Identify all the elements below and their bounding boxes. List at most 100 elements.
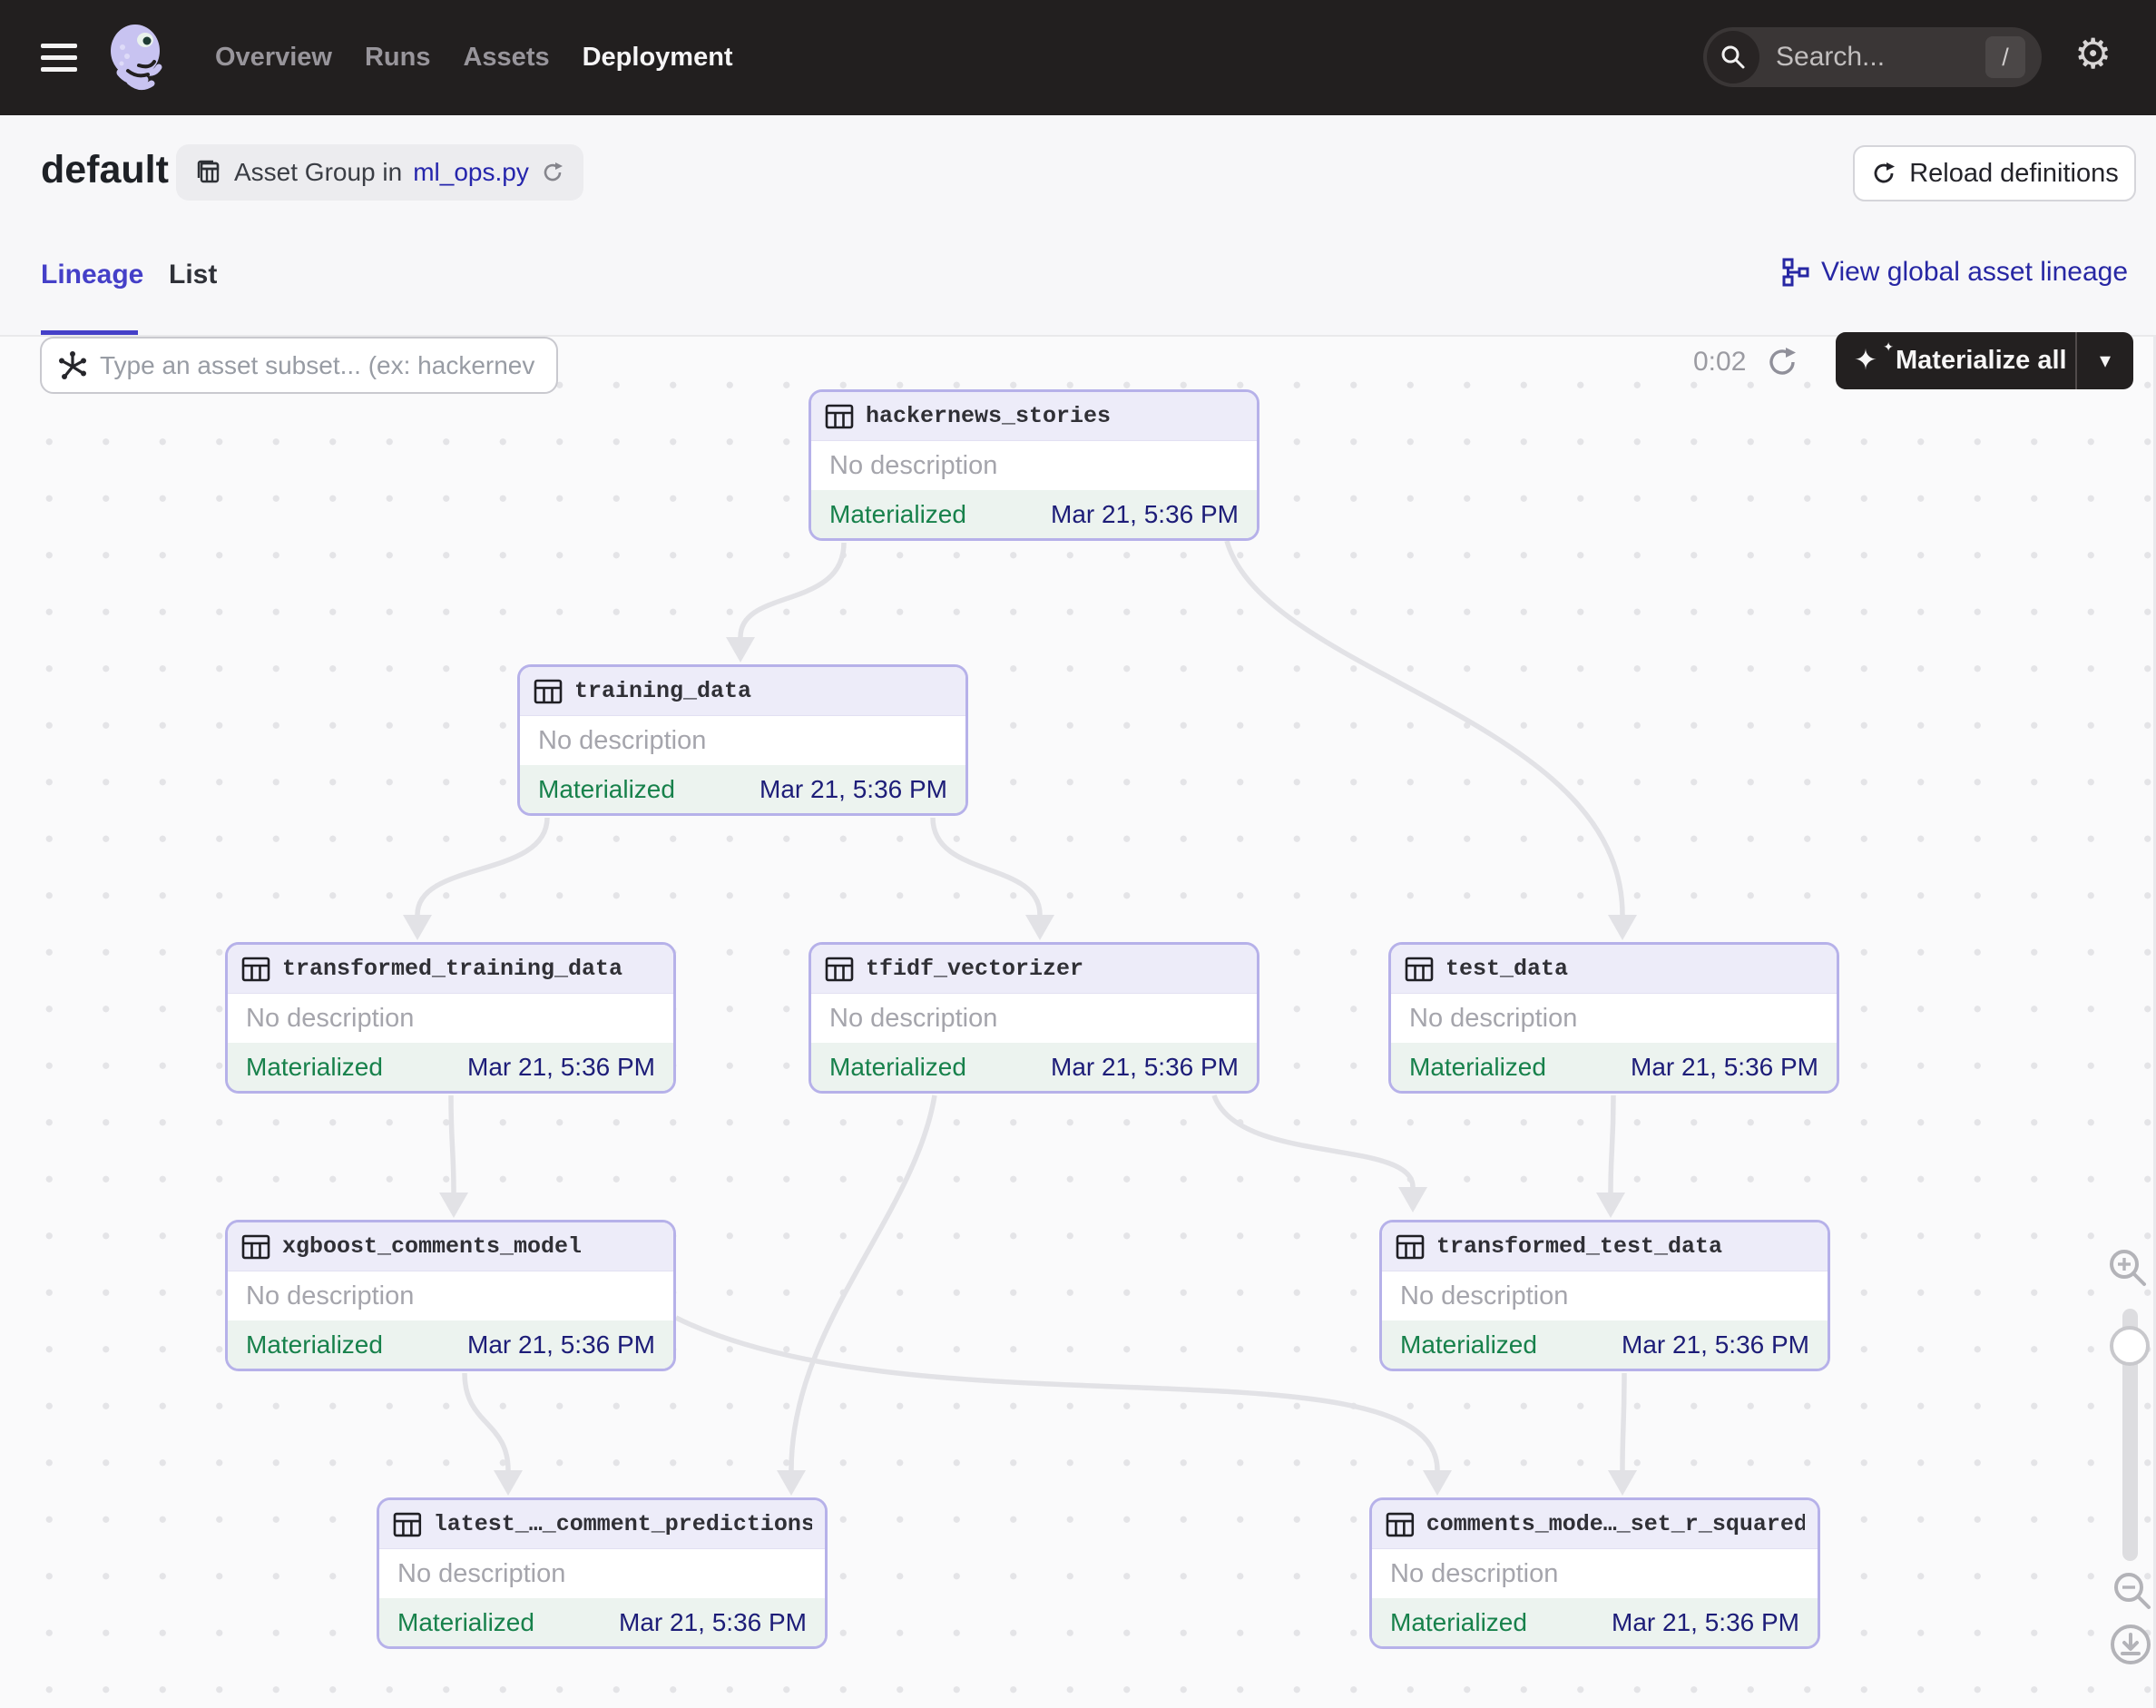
materialized-status: Materialized — [1390, 1607, 1527, 1636]
asset-node-header: comments_mode…_set_r_squared — [1372, 1500, 1818, 1549]
reload-icon — [1874, 162, 1896, 183]
table-icon — [241, 1234, 270, 1259]
asset-status-row: Materialized Mar 21, 5:36 PM — [1372, 1598, 1818, 1646]
asset-name: transformed_training_data — [282, 956, 623, 982]
table-icon — [1386, 1512, 1415, 1536]
asset-node-hn[interactable]: hackernews_stories No description Materi… — [808, 389, 1259, 541]
asset-node-header: transformed_test_data — [1382, 1222, 1828, 1271]
table-icon — [393, 1512, 422, 1536]
nav-item-overview[interactable]: Overview — [215, 43, 332, 73]
view-global-lineage-link[interactable]: View global asset lineage — [1781, 257, 2128, 288]
asset-node-header: xgboost_comments_model — [228, 1222, 673, 1271]
asset-name: transformed_test_data — [1436, 1233, 1723, 1260]
materialized-date[interactable]: Mar 21, 5:36 PM — [1051, 1053, 1239, 1082]
asset-node-header: tfidf_vectorizer — [811, 945, 1257, 994]
search-shortcut-key: / — [1985, 36, 2025, 78]
materialize-all-button[interactable]: ✦ ✦ Materialize all ▾ — [1836, 332, 2133, 389]
materialize-dropdown-caret[interactable]: ▾ — [2077, 348, 2133, 374]
asset-name: xgboost_comments_model — [282, 1233, 583, 1260]
asset-description: No description — [1391, 994, 1837, 1043]
sparkle-icon: ✦ ✦ — [1854, 340, 1894, 377]
materialized-date[interactable]: Mar 21, 5:36 PM — [467, 1330, 655, 1360]
asset-description: No description — [1382, 1271, 1828, 1320]
materialized-date[interactable]: Mar 21, 5:36 PM — [1631, 1053, 1818, 1082]
asset-description: No description — [228, 994, 673, 1043]
materialized-status: Materialized — [246, 1052, 383, 1081]
materialized-date[interactable]: Mar 21, 5:36 PM — [619, 1608, 807, 1637]
search-box[interactable]: Search... / — [1703, 27, 2042, 87]
asset-status-row: Materialized Mar 21, 5:36 PM — [811, 490, 1257, 538]
asset-description: No description — [811, 441, 1257, 490]
asset-name: training_data — [574, 678, 752, 704]
asset-name: comments_mode…_set_r_squared — [1426, 1511, 1805, 1537]
nav-item-runs[interactable]: Runs — [365, 43, 431, 73]
asset-status-row: Materialized Mar 21, 5:36 PM — [228, 1320, 673, 1369]
zoom-out-icon[interactable] — [2110, 1568, 2155, 1614]
search-placeholder: Search... — [1776, 42, 1886, 72]
asset-status-row: Materialized Mar 21, 5:36 PM — [520, 765, 965, 813]
asset-status-row: Materialized Mar 21, 5:36 PM — [1391, 1043, 1837, 1091]
nav-item-deployment[interactable]: Deployment — [583, 43, 733, 73]
graph-timer: 0:02 — [1693, 347, 1747, 377]
top-nav: Overview Runs Assets Deployment Search..… — [0, 0, 2156, 115]
materialized-date[interactable]: Mar 21, 5:36 PM — [1051, 500, 1239, 529]
materialized-status: Materialized — [397, 1607, 534, 1636]
asset-node-tf[interactable]: tfidf_vectorizer No description Material… — [808, 942, 1259, 1094]
materialized-date[interactable]: Mar 21, 5:36 PM — [1622, 1330, 1809, 1360]
asset-node-tr[interactable]: training_data No description Materialize… — [517, 664, 968, 816]
asset-node-header: test_data — [1391, 945, 1837, 994]
nav-items: Overview Runs Assets Deployment — [215, 43, 733, 73]
asset-selection-icon — [59, 350, 86, 379]
view-global-lineage-label: View global asset lineage — [1820, 257, 2128, 287]
materialized-date[interactable]: Mar 21, 5:36 PM — [467, 1053, 655, 1082]
asset-name: hackernews_stories — [866, 403, 1112, 429]
materialized-date[interactable]: Mar 21, 5:36 PM — [760, 775, 947, 804]
zoom-in-icon[interactable] — [2105, 1245, 2151, 1291]
materialized-status: Materialized — [246, 1330, 383, 1359]
asset-node-header: transformed_training_data — [228, 945, 673, 994]
asset-group-file-link[interactable]: ml_ops.py — [413, 158, 529, 187]
zoom-slider-handle[interactable] — [2110, 1326, 2150, 1366]
materialized-status: Materialized — [829, 499, 966, 528]
asset-status-row: Materialized Mar 21, 5:36 PM — [811, 1043, 1257, 1091]
asset-node-header: latest_…_comment_predictions — [379, 1500, 825, 1549]
asset-node-lp[interactable]: latest_…_comment_predictions No descript… — [377, 1497, 828, 1649]
asset-node-te[interactable]: test_data No description Materialized Ma… — [1388, 942, 1839, 1094]
asset-subset-input[interactable] — [100, 350, 547, 380]
asset-name: tfidf_vectorizer — [866, 956, 1084, 982]
asset-status-row: Materialized Mar 21, 5:36 PM — [1382, 1320, 1828, 1369]
asset-name: test_data — [1446, 956, 1569, 982]
asset-node-header: hackernews_stories — [811, 392, 1257, 441]
table-icon — [825, 404, 854, 428]
download-image-icon[interactable] — [2109, 1623, 2152, 1666]
nav-item-assets[interactable]: Assets — [463, 43, 549, 73]
asset-node-rs[interactable]: comments_mode…_set_r_squared No descript… — [1369, 1497, 1820, 1649]
table-icon — [825, 957, 854, 981]
asset-name: latest_…_comment_predictions — [433, 1511, 812, 1537]
menu-icon[interactable] — [41, 36, 77, 79]
table-icon — [241, 957, 270, 981]
settings-gear-icon[interactable]: ⚙ — [2074, 33, 2112, 74]
table-icon — [534, 679, 563, 703]
materialized-date[interactable]: Mar 21, 5:36 PM — [1612, 1608, 1799, 1637]
tab-lineage[interactable]: Lineage — [41, 260, 143, 290]
search-icon — [1707, 31, 1759, 83]
asset-description: No description — [520, 716, 965, 765]
asset-description: No description — [811, 994, 1257, 1043]
reload-definitions-label: Reload definitions — [1909, 158, 2119, 188]
asset-subset-filter — [40, 337, 558, 394]
asset-node-ttr[interactable]: transformed_training_data No description… — [225, 942, 676, 1094]
asset-node-xg[interactable]: xgboost_comments_model No description Ma… — [225, 1220, 676, 1371]
badge-refresh-icon[interactable] — [540, 160, 565, 185]
materialized-status: Materialized — [538, 774, 675, 803]
dagster-logo[interactable] — [103, 20, 173, 96]
asset-node-tte[interactable]: transformed_test_data No description Mat… — [1379, 1220, 1830, 1371]
table-icon — [1396, 1234, 1425, 1259]
reload-definitions-button[interactable]: Reload definitions — [1853, 145, 2136, 201]
materialized-status: Materialized — [1409, 1052, 1546, 1081]
asset-status-row: Materialized Mar 21, 5:36 PM — [228, 1043, 673, 1091]
materialized-status: Materialized — [1400, 1330, 1537, 1359]
asset-node-header: training_data — [520, 667, 965, 716]
tab-list[interactable]: List — [169, 260, 217, 290]
graph-refresh-icon[interactable] — [1764, 344, 1800, 380]
